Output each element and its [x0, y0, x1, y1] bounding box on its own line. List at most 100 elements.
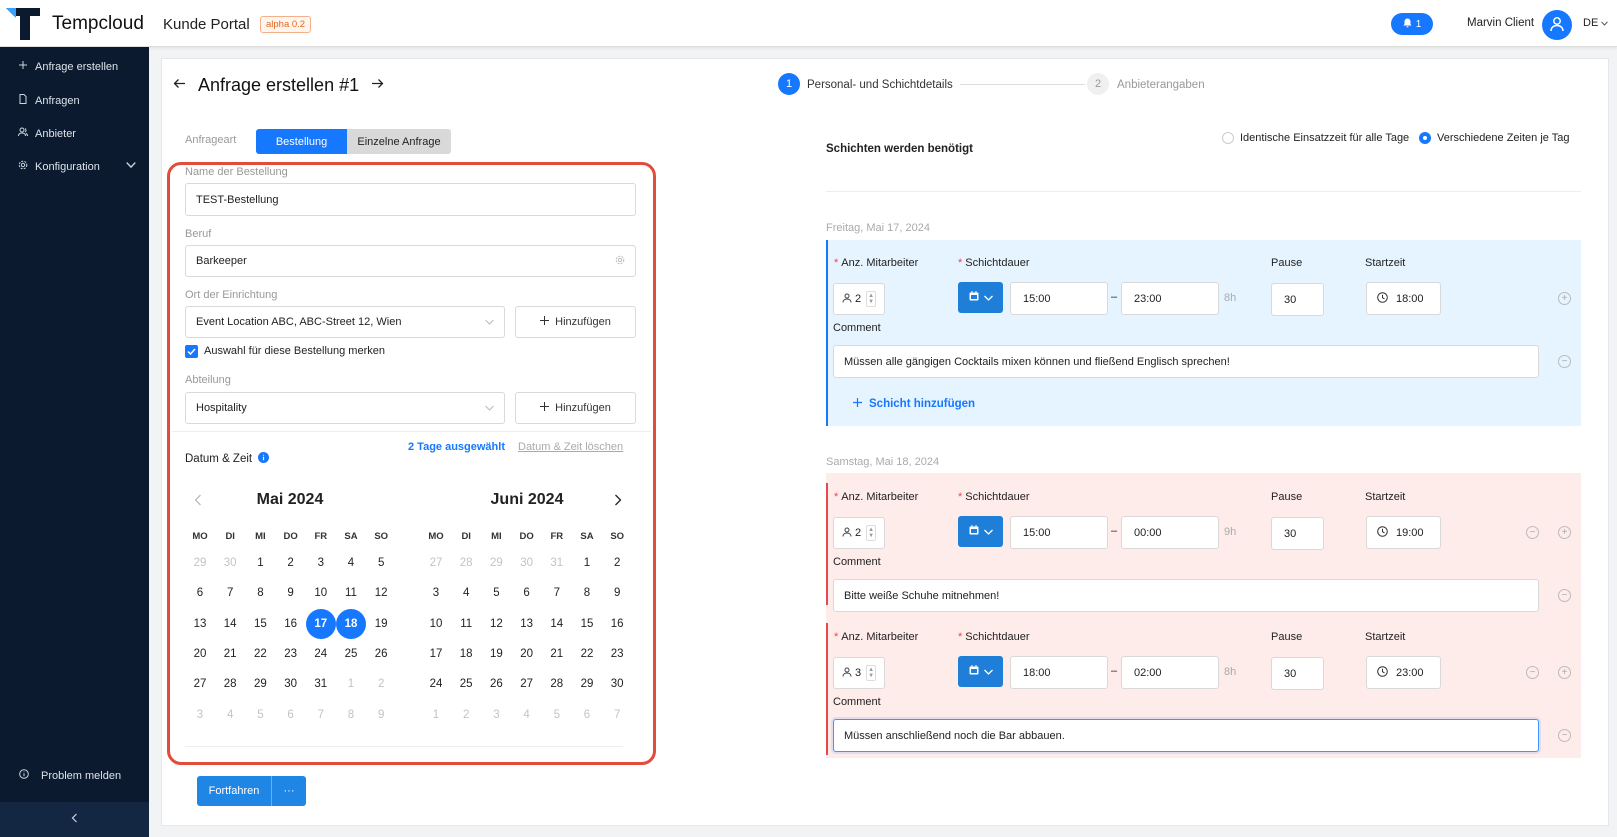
calendar-day[interactable]: 15 [572, 609, 602, 639]
calendar-day[interactable]: 5 [542, 700, 572, 730]
shift-from-input[interactable]: 18:00 [1010, 656, 1108, 689]
calendar-day[interactable]: 21 [215, 639, 245, 669]
calendar-day[interactable]: 17 [305, 608, 336, 639]
calendar-day[interactable]: 6 [572, 700, 602, 730]
calendar-day[interactable]: 3 [481, 700, 511, 730]
calendar-day[interactable]: 7 [542, 578, 572, 608]
shift-from-input[interactable]: 15:00 [1010, 516, 1108, 549]
calendar-day[interactable]: 5 [245, 700, 275, 730]
calendar-day[interactable]: 1 [421, 700, 451, 730]
calendar-day[interactable]: 20 [512, 639, 542, 669]
calendar-day[interactable]: 28 [542, 669, 572, 699]
calendar-day[interactable]: 7 [306, 700, 336, 730]
shift-to-input[interactable]: 23:00 [1121, 282, 1219, 315]
add-circle-icon[interactable]: + [1558, 292, 1571, 305]
sidebar-item-konfiguration[interactable]: Konfiguration [18, 160, 136, 173]
calendar-day[interactable]: 2 [276, 548, 306, 578]
clear-datetime-link[interactable]: Datum & Zeit löschen [518, 441, 623, 453]
back-arrow-icon[interactable] [173, 78, 186, 92]
calendar-day[interactable]: 8 [336, 700, 366, 730]
next-month-icon[interactable] [614, 494, 622, 509]
collapse-sidebar-button[interactable] [0, 802, 149, 837]
remove-circle-icon[interactable]: − [1526, 666, 1539, 679]
pause-input[interactable]: 30 [1271, 657, 1324, 690]
calendar-day[interactable]: 7 [602, 700, 632, 730]
start-time-input[interactable]: 23:00 [1366, 656, 1441, 689]
calendar-day[interactable]: 2 [602, 548, 632, 578]
continue-button[interactable]: Fortfahren [197, 776, 272, 806]
calendar-day[interactable]: 6 [276, 700, 306, 730]
user-name[interactable]: Marvin Client [1467, 17, 1534, 29]
remember-label[interactable]: Auswahl für diese Bestellung merken [204, 345, 385, 357]
calendar-day[interactable]: 13 [185, 609, 215, 639]
calendar-day[interactable]: 12 [481, 609, 511, 639]
forward-arrow-icon[interactable] [371, 78, 384, 92]
add-location-button[interactable]: Hinzufügen [515, 306, 636, 338]
calendar-day[interactable]: 19 [366, 609, 396, 639]
date-picker-button[interactable] [958, 656, 1003, 687]
avatar[interactable] [1542, 10, 1572, 40]
calendar-day[interactable]: 20 [185, 639, 215, 669]
calendar-day[interactable]: 11 [451, 609, 481, 639]
calendar-day[interactable]: 10 [306, 578, 336, 608]
mode-same-radio[interactable]: Identische Einsatzzeit für alle Tage [1222, 132, 1409, 144]
add-circle-icon[interactable]: + [1558, 666, 1571, 679]
calendar-day[interactable]: 5 [366, 548, 396, 578]
remove-comment-icon[interactable]: − [1558, 729, 1571, 742]
calendar-day[interactable]: 25 [336, 639, 366, 669]
step-2-label[interactable]: Anbieterangaben [1117, 79, 1205, 91]
calendar-day[interactable]: 10 [421, 609, 451, 639]
remember-checkbox[interactable] [185, 345, 198, 358]
date-picker-button[interactable] [958, 282, 1003, 313]
shift-from-input[interactable]: 15:00 [1010, 282, 1108, 315]
remove-comment-icon[interactable]: − [1558, 355, 1571, 368]
shift-to-input[interactable]: 00:00 [1121, 516, 1219, 549]
type-option-bestellung[interactable]: Bestellung [256, 129, 347, 154]
step-1-label[interactable]: Personal- und Schichtdetails [807, 79, 953, 91]
calendar-day[interactable]: 14 [542, 609, 572, 639]
department-select[interactable]: Hospitality [185, 392, 505, 424]
calendar-day[interactable]: 17 [421, 639, 451, 669]
calendar-day[interactable]: 30 [276, 669, 306, 699]
pause-input[interactable]: 30 [1271, 283, 1324, 316]
sidebar-item-anbieter[interactable]: Anbieter [18, 127, 76, 140]
stepper-icon[interactable]: ▲ ▼ [866, 291, 877, 307]
remove-circle-icon[interactable]: − [1526, 526, 1539, 539]
calendar-day[interactable]: 24 [306, 639, 336, 669]
sidebar-item-anfragen[interactable]: Anfragen [18, 94, 80, 107]
calendar-day[interactable]: 27 [185, 669, 215, 699]
calendar-day[interactable]: 14 [215, 609, 245, 639]
remove-comment-icon[interactable]: − [1558, 589, 1571, 602]
sidebar-item-anfrage-erstellen[interactable]: Anfrage erstellen [18, 60, 118, 73]
employee-count-input[interactable]: 2 ▲ ▼ [833, 283, 885, 315]
mode-diff-radio[interactable]: Verschiedene Zeiten je Tag [1419, 132, 1570, 144]
step-2-indicator[interactable]: 2 [1087, 73, 1109, 95]
calendar-day[interactable]: 30 [215, 548, 245, 578]
location-select[interactable]: Event Location ABC, ABC-Street 12, Wien [185, 306, 505, 338]
info-icon[interactable] [258, 452, 270, 466]
calendar-day[interactable]: 31 [542, 548, 572, 578]
tempcloud-logo-icon[interactable] [6, 8, 40, 40]
calendar-day[interactable]: 26 [366, 639, 396, 669]
add-department-button[interactable]: Hinzufügen [515, 392, 636, 424]
comment-input[interactable]: Müssen anschließend noch die Bar abbauen… [833, 719, 1539, 752]
start-time-input[interactable]: 19:00 [1366, 516, 1441, 549]
employee-count-input[interactable]: 2 ▲ ▼ [833, 517, 885, 549]
calendar-day[interactable]: 4 [336, 548, 366, 578]
calendar-day[interactable]: 23 [276, 639, 306, 669]
calendar-day[interactable]: 4 [215, 700, 245, 730]
step-1-indicator[interactable]: 1 [778, 73, 800, 95]
add-circle-icon[interactable]: + [1558, 526, 1571, 539]
calendar-day[interactable]: 24 [421, 669, 451, 699]
problem-melden-link[interactable]: Problem melden [19, 769, 121, 782]
calendar-day[interactable]: 3 [185, 700, 215, 730]
job-select[interactable]: Barkeeper [185, 245, 636, 277]
calendar-day[interactable]: 28 [451, 548, 481, 578]
shift-to-input[interactable]: 02:00 [1121, 656, 1219, 689]
employee-count-input[interactable]: 3 ▲ ▼ [833, 657, 885, 689]
stepper-icon[interactable]: ▲ ▼ [866, 525, 877, 541]
calendar-day[interactable]: 23 [602, 639, 632, 669]
add-shift-button[interactable]: Schicht hinzufügen [853, 398, 975, 410]
calendar-day[interactable]: 13 [512, 609, 542, 639]
calendar-day[interactable]: 1 [336, 669, 366, 699]
